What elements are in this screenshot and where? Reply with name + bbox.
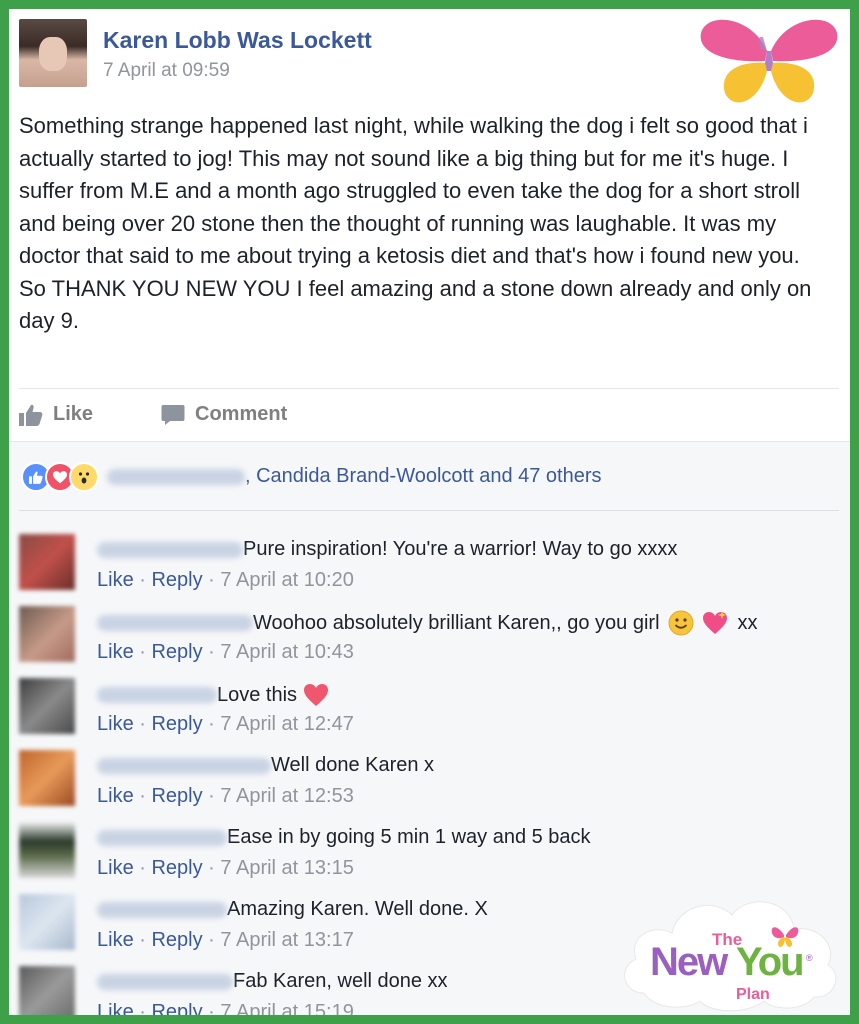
sparkling-heart-emoji-icon (702, 611, 727, 634)
logo-registered-mark: ® (806, 953, 813, 963)
comment-item: Well done Karen x Like · Reply · 7 April… (19, 748, 839, 816)
logo-plan-text: Plan (736, 986, 770, 1003)
smiley-emoji-icon (668, 610, 694, 636)
comment-item: Love this Like · Reply · 7 April at 12:4… (19, 676, 839, 744)
blurred-name (107, 468, 245, 485)
post-actions-bar: Like Comment (19, 389, 839, 441)
blurred-commenter-name[interactable] (97, 687, 217, 703)
comment-text: Woohoo absolutely brilliant Karen,, go y… (253, 611, 660, 634)
like-button[interactable]: Like (19, 403, 93, 426)
post-header: Karen Lobb Was Lockett 7 April at 09:59 (9, 9, 850, 104)
commenter-avatar[interactable] (19, 750, 75, 806)
comment-text-line: Woohoo absolutely brilliant Karen,, go y… (97, 610, 758, 636)
logo-new-text: New (650, 940, 729, 984)
comment-time[interactable]: 7 April at 13:17 (220, 929, 353, 951)
wow-icon (69, 462, 99, 492)
comment-text: Ease in by going 5 min 1 way and 5 back (227, 826, 591, 848)
blurred-commenter-name[interactable] (97, 757, 271, 774)
the-new-you-plan-logo: The New You ® Plan (624, 901, 837, 1012)
like-label: Like (53, 403, 94, 425)
facebook-post-card: Karen Lobb Was Lockett 7 April at 09:59 … (9, 9, 850, 1015)
comment-like-link[interactable]: Like (97, 1001, 134, 1015)
comment-time[interactable]: 7 April at 12:53 (220, 785, 353, 807)
commenter-avatar[interactable] (19, 606, 75, 662)
comment-time[interactable]: 7 April at 12:47 (220, 713, 353, 735)
comment-like-link[interactable]: Like (97, 569, 134, 591)
commenter-avatar[interactable] (19, 894, 75, 950)
comment-meta: Like · Reply · 7 April at 13:17 (97, 929, 354, 951)
blurred-commenter-name[interactable] (97, 829, 227, 846)
comment-reply-link[interactable]: Reply (151, 929, 202, 951)
comment-meta: Like · Reply · 7 April at 10:20 (97, 569, 354, 591)
comment-text-line: Amazing Karen. Well done. X (97, 898, 488, 921)
comment-like-link[interactable]: Like (97, 713, 134, 735)
comment-meta: Like · Reply · 7 April at 12:47 (97, 713, 354, 735)
comment-time[interactable]: 7 April at 15:19 (220, 1001, 353, 1015)
comment-time[interactable]: 7 April at 10:43 (220, 641, 353, 663)
comment-meta: Like · Reply · 7 April at 12:53 (97, 785, 354, 807)
comment-text: Well done Karen x (271, 754, 435, 776)
comment-text: Amazing Karen. Well done. X (227, 898, 488, 920)
comment-like-link[interactable]: Like (97, 641, 134, 663)
comment-item: Woohoo absolutely brilliant Karen,, go y… (19, 604, 839, 672)
blurred-commenter-name[interactable] (97, 901, 227, 918)
comment-meta: Like · Reply · 7 April at 13:15 (97, 857, 354, 879)
thumbs-up-icon (19, 404, 43, 426)
comment-suffix: xx (737, 611, 758, 634)
comment-bubble-icon (161, 404, 185, 425)
divider (19, 510, 839, 511)
comment-text-line: Love this (97, 682, 329, 708)
blurred-commenter-name[interactable] (97, 615, 253, 631)
comment-reply-link[interactable]: Reply (151, 641, 202, 663)
comment-text-line: Well done Karen x (97, 754, 434, 777)
post-timestamp[interactable]: 7 April at 09:59 (103, 60, 230, 82)
comment-reply-link[interactable]: Reply (151, 1001, 202, 1015)
comment-item: Pure inspiration! You're a warrior! Way … (19, 532, 839, 600)
comment-text: Fab Karen, well done xx (233, 970, 448, 992)
comment-meta: Like · Reply · 7 April at 15:19 (97, 1001, 354, 1015)
comment-time[interactable]: 7 April at 10:20 (220, 569, 353, 591)
commenter-avatar[interactable] (19, 966, 75, 1015)
logo-you-text: You (736, 940, 803, 984)
comment-text-line: Pure inspiration! You're a warrior! Way … (97, 538, 677, 561)
author-avatar[interactable] (19, 19, 87, 87)
commenter-avatar[interactable] (19, 534, 75, 590)
comment-text-line: Ease in by going 5 min 1 way and 5 back (97, 826, 591, 849)
comment-text: Love this (217, 683, 298, 706)
reactions-summary-text: , Candida Brand-Woolcott and 47 others (245, 465, 602, 487)
red-heart-emoji-icon (304, 684, 329, 706)
comment-text-line: Fab Karen, well done xx (97, 970, 448, 993)
commenter-avatar[interactable] (19, 822, 75, 878)
blurred-commenter-name[interactable] (97, 541, 243, 558)
comment-reply-link[interactable]: Reply (151, 713, 202, 735)
reaction-icons[interactable] (21, 462, 99, 492)
comment-reply-link[interactable]: Reply (151, 857, 202, 879)
comment-like-link[interactable]: Like (97, 785, 134, 807)
comment-reply-link[interactable]: Reply (151, 569, 202, 591)
comment-reply-link[interactable]: Reply (151, 785, 202, 807)
comment-time[interactable]: 7 April at 13:15 (220, 857, 353, 879)
reactions-summary[interactable]: , Candida Brand-Woolcott and 47 others (107, 465, 602, 488)
commenter-avatar[interactable] (19, 678, 75, 734)
comment-button[interactable]: Comment (161, 403, 287, 426)
comment-label: Comment (195, 403, 288, 425)
blurred-commenter-name[interactable] (97, 973, 233, 990)
comment-like-link[interactable]: Like (97, 857, 134, 879)
butterfly-logo-icon (700, 19, 838, 103)
comment-text: Pure inspiration! You're a warrior! Way … (243, 538, 678, 560)
author-name[interactable]: Karen Lobb Was Lockett (103, 27, 372, 54)
post-body-text: Something strange happened last night, w… (19, 113, 812, 333)
comment-like-link[interactable]: Like (97, 929, 134, 951)
comment-meta: Like · Reply · 7 April at 10:43 (97, 641, 354, 663)
